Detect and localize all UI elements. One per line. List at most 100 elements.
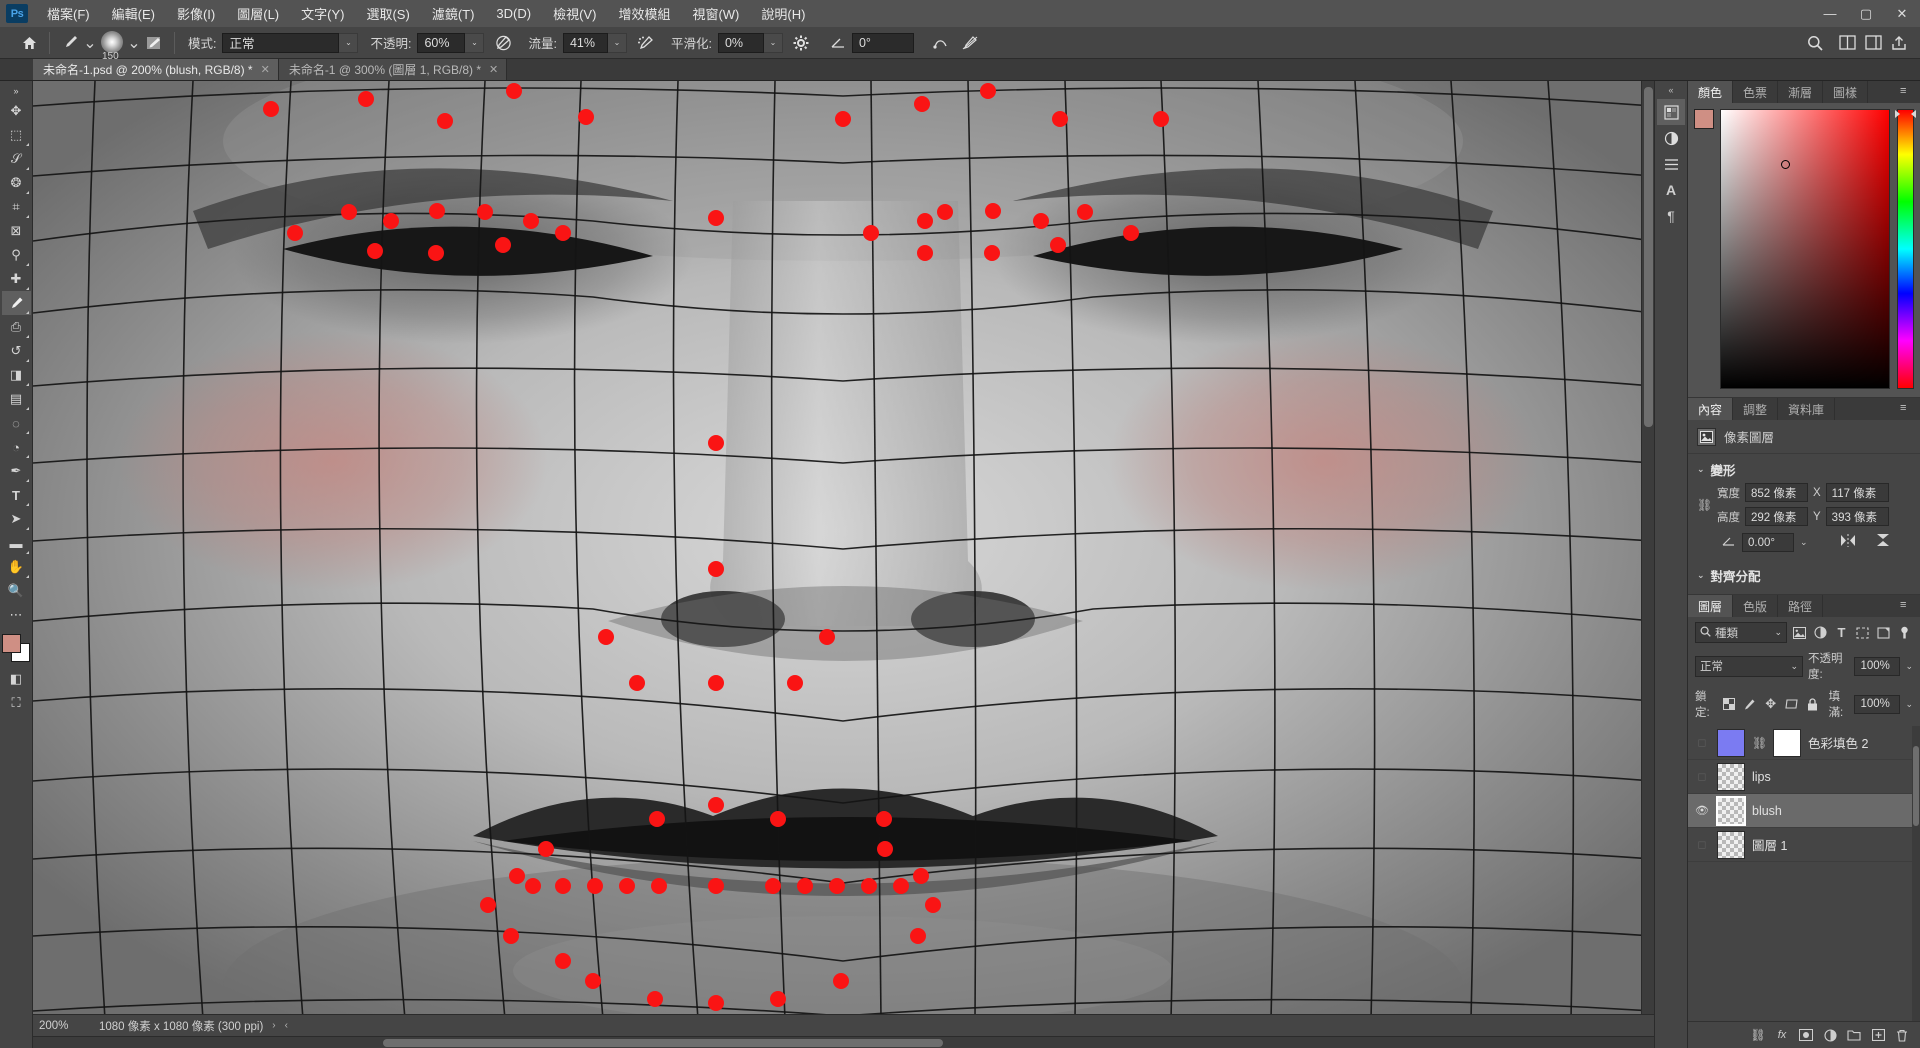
width-input[interactable]: 852 像素: [1745, 483, 1808, 502]
chevron-down-icon[interactable]: ⌄: [1905, 699, 1913, 710]
flip-horizontal-icon[interactable]: [1840, 533, 1856, 552]
brush-angle-input[interactable]: 0°: [851, 32, 914, 53]
collapse-tools-icon[interactable]: »: [2, 83, 31, 99]
panel-menu-icon[interactable]: ≡: [1900, 86, 1913, 97]
table-row[interactable]: ◻ 圖層 1: [1688, 828, 1920, 862]
layer-name[interactable]: 色彩填色 2: [1808, 733, 1868, 752]
tab-patterns[interactable]: 圖樣: [1823, 81, 1869, 103]
share-icon[interactable]: [1886, 30, 1912, 56]
scrollbar-thumb[interactable]: [1644, 87, 1653, 427]
link-icon[interactable]: ⛓: [1752, 736, 1767, 750]
color-field-cursor[interactable]: [1781, 160, 1790, 169]
table-row[interactable]: ◻ ⛓ 色彩填色 2: [1688, 726, 1920, 760]
tool-clone-stamp[interactable]: ⎙: [2, 315, 31, 339]
pressure-opacity-icon[interactable]: [490, 30, 516, 56]
rotation-input[interactable]: 0.00°: [1742, 533, 1794, 552]
layer-mask-thumbnail[interactable]: [1773, 728, 1801, 757]
tool-eyedropper[interactable]: ⚲: [2, 243, 31, 267]
layer-visibility-icon[interactable]: ◻: [1694, 736, 1710, 749]
adjustments-panel-icon[interactable]: [1657, 125, 1685, 151]
add-mask-button[interactable]: [1796, 1025, 1816, 1045]
chevron-left-icon[interactable]: ‹: [285, 1020, 288, 1031]
color-swatches[interactable]: [1, 633, 31, 663]
fill-input[interactable]: 100%: [1854, 694, 1901, 714]
tool-pen[interactable]: ✒: [2, 459, 31, 483]
canvas-horizontal-scrollbar[interactable]: [33, 1036, 1654, 1048]
tool-shape[interactable]: ▬: [2, 531, 31, 555]
panel-menu-icon[interactable]: ≡: [1900, 403, 1913, 414]
transform-section-header[interactable]: ⌄ 變形: [1688, 454, 1920, 481]
foreground-color-swatch[interactable]: [1694, 109, 1714, 129]
hue-slider[interactable]: [1895, 109, 1916, 389]
layer-visibility-icon[interactable]: ◻: [1694, 770, 1710, 783]
layer-thumbnail[interactable]: [1716, 795, 1746, 826]
layer-name[interactable]: 圖層 1: [1752, 835, 1787, 854]
tab-properties[interactable]: 內容: [1688, 398, 1734, 420]
menu-window[interactable]: 視窗(W): [681, 0, 750, 27]
layer-visibility-icon[interactable]: ◻: [1694, 838, 1710, 851]
tab-layers[interactable]: 圖層: [1688, 595, 1734, 617]
menu-file[interactable]: 檔案(F): [36, 0, 101, 27]
opacity-input[interactable]: 60% ⌄: [417, 32, 485, 53]
lock-image-pixels-icon[interactable]: [1742, 694, 1758, 714]
close-button[interactable]: ✕: [1884, 0, 1920, 27]
tool-blur[interactable]: ◌: [2, 411, 31, 435]
tool-zoom[interactable]: 🔍: [2, 579, 31, 603]
menu-filter[interactable]: 濾鏡(T): [421, 0, 486, 27]
link-icon[interactable]: ⛓: [1697, 498, 1712, 512]
lock-position-icon[interactable]: ✥: [1763, 694, 1779, 714]
tool-eraser[interactable]: ◨: [2, 363, 31, 387]
adjustment-layer-button[interactable]: [1820, 1025, 1840, 1045]
tab-paths[interactable]: 路徑: [1778, 595, 1824, 617]
height-input[interactable]: 292 像素: [1745, 507, 1808, 526]
new-group-button[interactable]: [1844, 1025, 1864, 1045]
x-input[interactable]: 117 像素: [1825, 483, 1889, 502]
tool-healing-brush[interactable]: ✚: [2, 267, 31, 291]
document-tab-2[interactable]: 未命名-1 @ 300% (圖層 1, RGB/8) * ✕: [278, 58, 508, 80]
panel-menu-icon[interactable]: ≡: [1900, 600, 1913, 611]
lock-all-icon[interactable]: [1805, 694, 1821, 714]
layer-opacity-input[interactable]: 100%: [1854, 656, 1901, 676]
brush-icon[interactable]: [57, 30, 83, 56]
tool-marquee[interactable]: ⬚: [2, 123, 31, 147]
tool-type[interactable]: T: [2, 483, 31, 507]
collapse-arrows-icon[interactable]: «: [1668, 85, 1673, 95]
chevron-down-icon[interactable]: ⌄: [1800, 537, 1808, 548]
link-layers-button[interactable]: ⛓: [1748, 1025, 1768, 1045]
scrollbar-thumb[interactable]: [383, 1039, 943, 1047]
filter-smart-object-icon[interactable]: [1875, 623, 1892, 643]
menu-plugins[interactable]: 增效模組: [607, 0, 681, 27]
layer-name[interactable]: lips: [1752, 770, 1771, 784]
menu-image[interactable]: 影像(I): [166, 0, 226, 27]
table-row[interactable]: ◻ lips: [1688, 760, 1920, 794]
scrollbar-thumb[interactable]: [1913, 746, 1919, 826]
zoom-level[interactable]: 200%: [39, 1020, 91, 1032]
tool-move[interactable]: ✥: [2, 99, 31, 123]
tab-adjustments[interactable]: 調整: [1733, 398, 1779, 420]
filter-pixel-icon[interactable]: [1791, 623, 1808, 643]
tool-crop[interactable]: ⌗: [2, 195, 31, 219]
document-canvas[interactable]: [33, 81, 1654, 1014]
tablet-pressure-icon[interactable]: [958, 30, 984, 56]
layer-visibility-icon[interactable]: 👁: [1694, 804, 1710, 817]
tool-edit-toolbar[interactable]: ⋯: [2, 603, 31, 627]
chevron-down-icon[interactable]: ⌄: [1905, 661, 1913, 672]
layer-style-button[interactable]: fx: [1772, 1025, 1792, 1045]
tool-brush[interactable]: [1, 291, 31, 315]
character-panel-icon[interactable]: A: [1657, 177, 1685, 203]
tab-color[interactable]: 顏色: [1688, 81, 1734, 103]
tool-quick-select[interactable]: ❂: [2, 171, 31, 195]
delete-layer-button[interactable]: [1892, 1025, 1912, 1045]
tool-path-selection[interactable]: ➤: [2, 507, 31, 531]
menu-help[interactable]: 說明(H): [750, 0, 816, 27]
filter-shape-icon[interactable]: [1854, 623, 1871, 643]
foreground-color-swatch[interactable]: [2, 634, 21, 653]
tool-frame[interactable]: ⊠: [2, 219, 31, 243]
filter-toggle-icon[interactable]: [1896, 623, 1913, 643]
workspace-icon[interactable]: [1860, 30, 1886, 56]
lock-transparent-pixels-icon[interactable]: [1721, 694, 1737, 714]
y-input[interactable]: 393 像素: [1825, 507, 1889, 526]
tab-channels[interactable]: 色版: [1733, 595, 1779, 617]
menu-layer[interactable]: 圖層(L): [226, 0, 290, 27]
layer-blend-mode-select[interactable]: 正常 ⌄: [1695, 655, 1803, 677]
